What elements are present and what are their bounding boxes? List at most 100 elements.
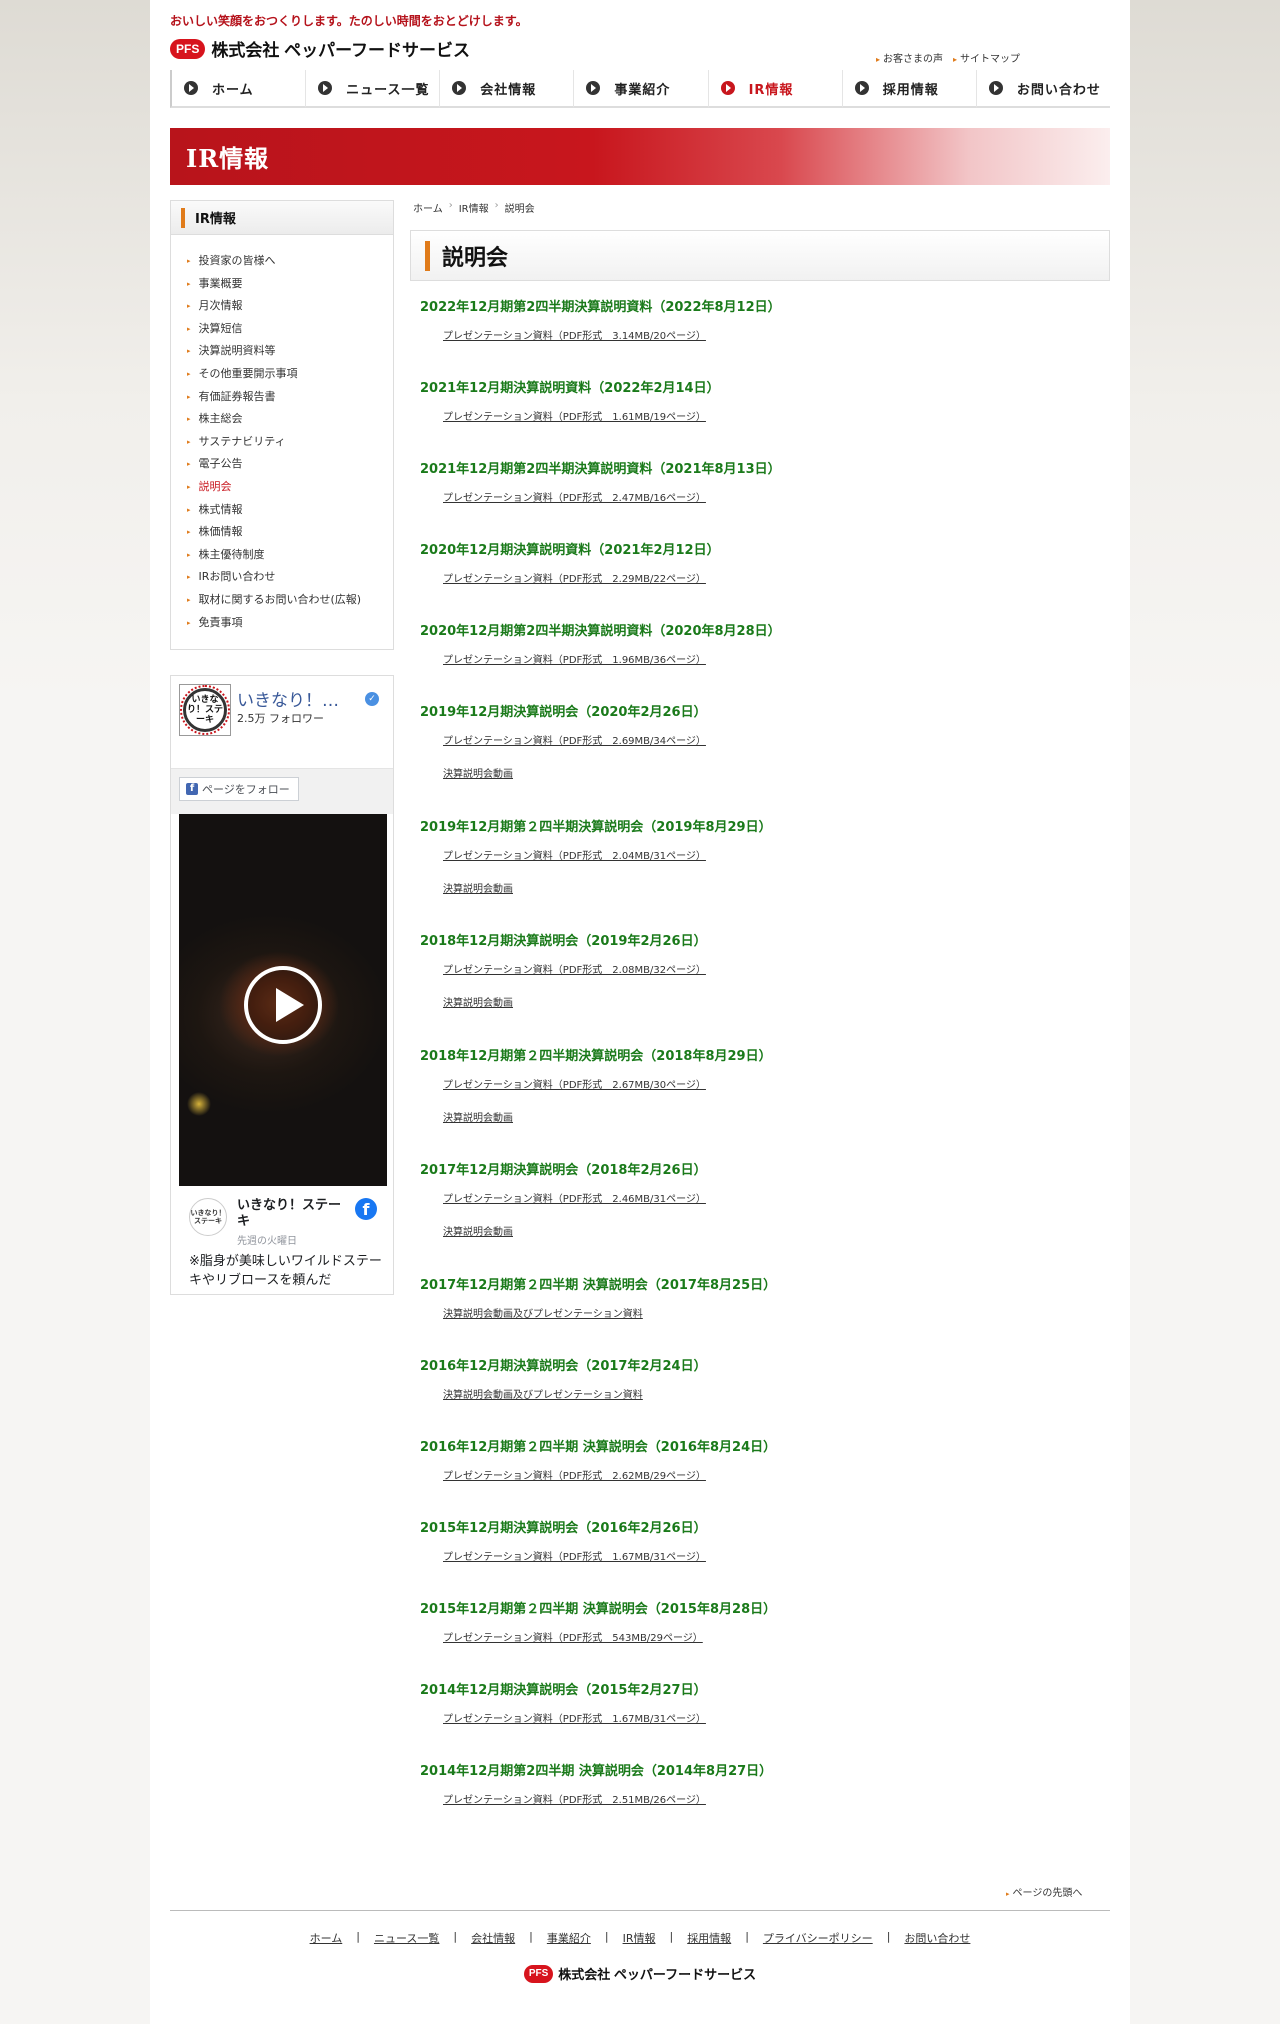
logo-badge: PFS (170, 38, 206, 59)
session-link[interactable]: プレゼンテーション資料（PDF形式 2.46MB/31ページ） (443, 1190, 707, 1205)
arrow-icon: ▸ (187, 347, 191, 356)
footer-link[interactable]: 会社情報 (457, 1930, 529, 1946)
sidebar-item[interactable]: ▸ サステナビリティ (187, 431, 393, 454)
circle-arrow-icon (452, 81, 467, 95)
play-icon[interactable] (244, 966, 322, 1044)
breadcrumb-ir[interactable]: IR情報 (459, 200, 489, 215)
session-link[interactable]: 決算説明会動画 (443, 880, 772, 895)
fb-post-date[interactable]: 先週の火曜日 (237, 1232, 297, 1247)
session-item: 2019年12月期決算説明会（2020年2月26日） プレゼンテーション資料（PD… (420, 701, 707, 780)
nav-item-company[interactable]: 会社情報 (439, 70, 574, 108)
circle-arrow-icon (586, 81, 601, 95)
arrow-icon: ▸ (952, 55, 957, 64)
heading-accent-bar (181, 207, 185, 228)
site-logo[interactable]: PFS 株式会社 ペッパーフードサービス (170, 36, 470, 61)
session-link[interactable]: 決算説明会動画及びプレゼンテーション資料 (443, 1386, 707, 1401)
footer-link[interactable]: お問い合わせ (890, 1930, 984, 1946)
main-content: ホーム › IR情報 › 説明会 説明会 2022年12月期第2四半期決算説明資… (410, 200, 1110, 1806)
sidebar-item[interactable]: ▸ 株主優待制度 (187, 544, 393, 567)
arrow-icon: ▸ (187, 528, 191, 537)
sidebar-item[interactable]: ▸ 決算説明資料等 (187, 340, 393, 363)
footer-link[interactable]: ニュース一覧 (360, 1930, 453, 1946)
sidebar-item[interactable]: ▸ その他重要開示事項 (187, 363, 393, 386)
fb-post-avatar[interactable]: いきなり！ステーキ (189, 1198, 227, 1236)
session-link[interactable]: 決算説明会動画 (443, 1223, 707, 1238)
circle-arrow-icon (854, 81, 869, 95)
nav-item-home[interactable]: ホーム (170, 70, 306, 108)
session-item: 2019年12月期第２四半期決算説明会（2019年8月29日） プレゼンテーション… (420, 816, 772, 895)
circle-arrow-icon (988, 81, 1003, 95)
session-item: 2018年12月期第２四半期決算説明会（2018年8月29日） プレゼンテーション… (420, 1045, 772, 1124)
nav-item-news[interactable]: ニュース一覧 (305, 70, 440, 108)
session-link[interactable]: プレゼンテーション資料（PDF形式 2.04MB/31ページ） (443, 847, 772, 862)
arrow-icon: ▸ (1006, 1890, 1010, 1898)
session-link[interactable]: プレゼンテーション資料（PDF形式 2.08MB/32ページ） (443, 961, 707, 976)
fb-page-name[interactable]: いきなり！… (237, 686, 367, 711)
footer-link[interactable]: 事業紹介 (533, 1930, 605, 1946)
nav-item-ir[interactable]: IR情報 (707, 70, 842, 108)
session-link[interactable]: プレゼンテーション資料（PDF形式 1.67MB/31ページ） (443, 1548, 707, 1563)
session-title: 2015年12月期決算説明会（2016年2月26日） (420, 1520, 707, 1536)
facebook-logo-icon[interactable]: f (355, 1198, 377, 1220)
session-item: 2020年12月期第2四半期決算説明資料（2020年8月28日） プレゼンテーショ… (420, 620, 781, 666)
sidebar-item[interactable]: ▸ 投資家の皆様へ (187, 250, 393, 273)
sidebar-item[interactable]: ▸ IRお問い合わせ (187, 566, 393, 589)
sidebar-item[interactable]: ▸ 株価情報 (187, 521, 393, 544)
sidebar-item[interactable]: ▸ 電子公告 (187, 453, 393, 476)
nav-item-contact[interactable]: お問い合わせ (975, 70, 1110, 108)
session-link[interactable]: プレゼンテーション資料（PDF形式 543MB/29ページ） (443, 1629, 776, 1644)
sidebar-item[interactable]: ▸ 取材に関するお問い合わせ(広報) (187, 589, 393, 612)
session-link[interactable]: 決算説明会動画 (443, 1109, 772, 1124)
sidebar-item[interactable]: ▸ 有価証券報告書 (187, 386, 393, 409)
global-nav: ホーム ニュース一覧 会社情報 事業紹介 IR情報 採用情報 お問い合わせ (170, 70, 1110, 108)
session-title: 2020年12月期第2四半期決算説明資料（2020年8月28日） (420, 624, 781, 639)
page-top-link[interactable]: ▸ ページの先頭へ (1006, 1884, 1082, 1899)
sidebar-item[interactable]: ▸ 事業概要 (187, 273, 393, 296)
sidebar-item[interactable]: ▸ 株主総会 (187, 408, 393, 431)
arrow-icon: ▸ (187, 595, 191, 604)
fb-video[interactable] (179, 814, 387, 1186)
sidebar-item[interactable]: ▸ 月次情報 (187, 295, 393, 318)
session-link[interactable]: 決算説明会動画 (443, 765, 707, 780)
session-link[interactable]: プレゼンテーション資料（PDF形式 2.51MB/26ページ） (443, 1791, 772, 1806)
session-link[interactable]: プレゼンテーション資料（PDF形式 1.67MB/31ページ） (443, 1710, 707, 1725)
sidebar-item[interactable]: ▸ 説明会 (187, 476, 393, 499)
util-link-sitemap[interactable]: ▸ サイトマップ (953, 50, 1020, 65)
breadcrumb-home[interactable]: ホーム (413, 200, 443, 215)
footer-link[interactable]: 採用情報 (673, 1930, 745, 1946)
tagline: おいしい笑顔をおつくりします。たのしい時間をおとどけします。 (170, 14, 528, 28)
nav-item-business[interactable]: 事業紹介 (573, 70, 708, 108)
circle-arrow-icon (720, 81, 735, 95)
sidebar-item[interactable]: ▸ 免責事項 (187, 612, 393, 635)
fb-post-author[interactable]: いきなり！ステーキ (237, 1198, 347, 1230)
session-link[interactable]: プレゼンテーション資料（PDF形式 2.67MB/30ページ） (443, 1076, 772, 1091)
fb-page-avatar[interactable]: いきなり！ステーキ (179, 684, 231, 736)
page-heading: 説明会 (410, 230, 1110, 281)
section-banner: IR情報 (170, 128, 1110, 185)
session-link[interactable]: プレゼンテーション資料（PDF形式 2.29MB/22ページ） (443, 570, 720, 585)
footer-link[interactable]: プライバシーポリシー (749, 1930, 887, 1946)
chevron-right-icon: › (494, 200, 499, 211)
sidebar-item[interactable]: ▸ 株式情報 (187, 499, 393, 522)
session-link[interactable]: プレゼンテーション資料（PDF形式 2.62MB/29ページ） (443, 1467, 776, 1482)
sidebar-item[interactable]: ▸ 決算短信 (187, 318, 393, 341)
session-link[interactable]: プレゼンテーション資料（PDF形式 3.14MB/20ページ） (443, 327, 781, 342)
session-title: 2018年12月期第２四半期決算説明会（2018年8月29日） (420, 1048, 772, 1064)
session-link[interactable]: 決算説明会動画 (443, 994, 707, 1009)
session-link[interactable]: プレゼンテーション資料（PDF形式 2.47MB/16ページ） (443, 489, 781, 504)
nav-item-recruit[interactable]: 採用情報 (841, 70, 976, 108)
session-link[interactable]: プレゼンテーション資料（PDF形式 2.69MB/34ページ） (443, 732, 707, 747)
util-link-voice[interactable]: ▸ お客さまの声 (876, 50, 943, 65)
session-link[interactable]: 決算説明会動画及びプレゼンテーション資料 (443, 1305, 776, 1320)
footer-link[interactable]: IR情報 (609, 1930, 670, 1946)
footer-logo[interactable]: PFS 株式会社 ペッパーフードサービス (150, 1964, 1130, 1983)
session-link[interactable]: プレゼンテーション資料（PDF形式 1.61MB/19ページ） (443, 408, 720, 423)
breadcrumb: ホーム › IR情報 › 説明会 (410, 200, 1110, 215)
fb-follow-button[interactable]: f ページをフォロー (179, 777, 299, 801)
fb-header: いきなり！ステーキ いきなり！… ✓ 2.5万 フォロワー (171, 676, 393, 768)
arrow-icon: ▸ (187, 302, 191, 311)
arrow-icon: ▸ (187, 257, 191, 265)
session-link[interactable]: プレゼンテーション資料（PDF形式 1.96MB/36ページ） (443, 651, 781, 666)
footer-link[interactable]: ホーム (296, 1930, 357, 1946)
breadcrumb-current: 説明会 (504, 204, 535, 215)
